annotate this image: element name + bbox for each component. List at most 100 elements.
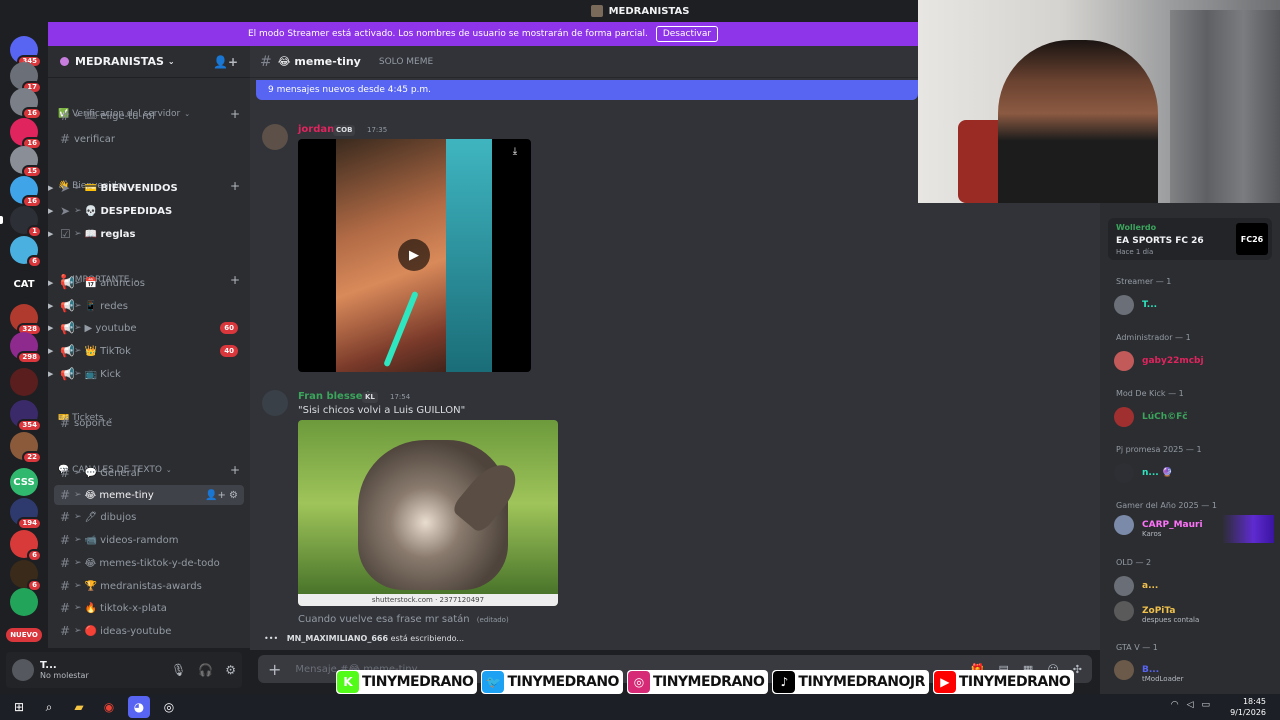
- server-icon-4[interactable]: 15: [10, 146, 42, 178]
- forward-icon: ➢: [74, 490, 82, 500]
- avatar[interactable]: [262, 390, 288, 416]
- member-item[interactable]: T...: [1114, 294, 1274, 316]
- channel-item[interactable]: # ➢ 📹 videos-ramdom: [54, 530, 244, 550]
- edited-label: (editado): [476, 616, 509, 624]
- server-icon-10[interactable]: 298: [10, 332, 42, 364]
- image-attachment[interactable]: shutterstock.com · 2377120497: [298, 420, 558, 606]
- obs-icon[interactable]: ◎: [158, 696, 180, 718]
- collapse-arrow-icon[interactable]: ▶: [48, 184, 53, 192]
- server-icon-7[interactable]: 6: [10, 236, 42, 268]
- chrome-icon[interactable]: ◉: [98, 696, 120, 718]
- channel-item[interactable]: ▶ ☑ ➢ 📖 reglas: [48, 224, 244, 244]
- server-icon-0[interactable]: 345: [10, 36, 42, 68]
- server-icon-3[interactable]: 16: [10, 118, 42, 150]
- server-icon-12[interactable]: 354: [10, 400, 42, 432]
- member-item[interactable]: n... 🔮: [1114, 462, 1274, 484]
- server-icon-5[interactable]: 16: [10, 176, 42, 208]
- video-attachment[interactable]: ▶ ⤓: [298, 139, 531, 372]
- server-icon-8[interactable]: CAT: [10, 270, 38, 298]
- channel-item[interactable]: # ➢ 🖊 dibujos: [54, 507, 244, 527]
- message-text: "Sisi chicos volvi a Luis GUILLON": [298, 405, 466, 416]
- member-item[interactable]: ZoPiTa despues contala: [1114, 600, 1274, 624]
- battery-icon[interactable]: ▭: [1201, 700, 1210, 710]
- add-attachment-icon[interactable]: +: [268, 660, 281, 679]
- clock[interactable]: 18:45 9/1/2026: [1230, 696, 1266, 718]
- avatar: [1114, 576, 1134, 596]
- member-name: ZoPiTa: [1142, 606, 1176, 616]
- server-icon-18[interactable]: [10, 588, 38, 616]
- channel-item[interactable]: # ➢ 🔥 tiktok-x-plata: [54, 598, 244, 618]
- channel-item[interactable]: ▶ ➤ ➢ 💳 BIENVENIDOS: [48, 178, 244, 198]
- channel-item[interactable]: # ➢ 😂 memes-tiktok-y-de-todo: [54, 553, 244, 573]
- channel-item[interactable]: # soporte: [54, 413, 244, 433]
- server-icon-13[interactable]: 22: [10, 432, 42, 464]
- channel-item[interactable]: # ➢ 🔴 ideas-youtube: [54, 621, 244, 641]
- invite-icon[interactable]: 👤+: [213, 55, 238, 69]
- channel-item[interactable]: # ➢ 🎟 elige-tu-rol: [54, 106, 244, 126]
- channel-item[interactable]: ▶ 📢 ➢ 📱 redes: [48, 296, 244, 316]
- avatar[interactable]: [262, 124, 288, 150]
- role-header: Administrador — 1: [1116, 333, 1191, 342]
- collapse-arrow-icon[interactable]: ▶: [48, 370, 53, 378]
- collapse-arrow-icon[interactable]: ▶: [48, 347, 53, 355]
- channel-item[interactable]: ▶ ➤ ➢ 💀 DESPEDIDAS: [48, 201, 244, 221]
- server-icon-2[interactable]: 16: [10, 88, 42, 120]
- channel-item[interactable]: ▶ 📢 ➢ 📺 Kick: [48, 364, 244, 384]
- social-icon: ♪: [773, 671, 796, 693]
- server-icon-9[interactable]: 328: [10, 304, 42, 336]
- member-item[interactable]: a...: [1114, 575, 1274, 597]
- forward-icon: ➢: [74, 369, 82, 379]
- guild-header[interactable]: MEDRANISTAS ⌄ 👤+: [48, 46, 250, 78]
- download-icon[interactable]: ⤓: [505, 143, 525, 161]
- member-item[interactable]: LúCh©Fč: [1114, 406, 1274, 428]
- channel-name: 🔴 ideas-youtube: [84, 625, 172, 637]
- hash-icon: #: [60, 466, 71, 480]
- apps-icon[interactable]: ✣: [1073, 663, 1082, 676]
- guild-name: MEDRANISTAS: [75, 55, 164, 68]
- channel-item[interactable]: ▶ 📢 ➢ 👑 TikTok 40: [48, 341, 244, 361]
- gear-icon[interactable]: ⚙: [225, 663, 236, 677]
- server-icon-16[interactable]: 6: [10, 530, 42, 562]
- server-icon-15[interactable]: 194: [10, 498, 42, 530]
- channel-settings-icon[interactable]: 👤+ ⚙: [205, 490, 238, 501]
- collapse-arrow-icon[interactable]: ▶: [48, 279, 53, 287]
- server-icon-17[interactable]: 6: [10, 560, 42, 592]
- search-icon[interactable]: ⌕: [38, 696, 60, 718]
- message-author[interactable]: Fran blessed: [298, 391, 370, 402]
- activity-user: Wollerdo: [1116, 223, 1157, 232]
- server-list: 345 17 16 16 15 16 1 6 CAT 328 298 354 22 CSS 194 6 6: [0, 22, 48, 694]
- collapse-arrow-icon[interactable]: ▶: [48, 230, 53, 238]
- collapse-arrow-icon[interactable]: ▶: [48, 207, 53, 215]
- channel-item[interactable]: # ➢ 🏆 medranistas-awards: [54, 576, 244, 596]
- forward-icon: ➢: [74, 323, 82, 333]
- collapse-arrow-icon[interactable]: ▶: [48, 324, 53, 332]
- avatar: [1114, 601, 1134, 621]
- member-item[interactable]: gaby22mcbj: [1114, 350, 1274, 372]
- channel-item[interactable]: # ➢ 😂 meme-tiny 👤+ ⚙: [54, 485, 244, 505]
- channel-item[interactable]: ▶ 📢 ➢ 📅 anuncios: [48, 273, 244, 293]
- channel-item[interactable]: ▶ 📢 ➢ ▶ youtube 60: [48, 318, 244, 338]
- wifi-icon[interactable]: ◠: [1171, 700, 1179, 710]
- channel-item[interactable]: # verificar: [54, 129, 244, 149]
- member-item[interactable]: B... tModLoader: [1114, 659, 1274, 683]
- channel-item[interactable]: # ➢ 💬 General: [54, 463, 244, 483]
- windows-start-icon[interactable]: ⊞: [8, 696, 30, 718]
- message-author[interactable]: jordan: [298, 124, 334, 135]
- server-icon-1[interactable]: 17: [10, 62, 42, 94]
- server-icon-14[interactable]: CSS: [10, 468, 38, 496]
- file-explorer-icon[interactable]: ▰: [68, 696, 90, 718]
- activity-card[interactable]: Wollerdo EA SPORTS FC 26 Hace 1 día FC26: [1108, 218, 1272, 260]
- disable-streamer-button[interactable]: Desactivar: [655, 26, 719, 42]
- social-overlay: K TINYMEDRANO 🐦 TINYMEDRANO ◎ TINYMEDRANO ♪ TIN…: [336, 668, 1075, 696]
- new-messages-bar[interactable]: 9 mensajes nuevos desde 4:45 p.m.: [256, 80, 918, 100]
- server-icon-11[interactable]: [10, 368, 38, 396]
- microphone-icon[interactable]: 🎙: [171, 663, 186, 677]
- collapse-arrow-icon[interactable]: ▶: [48, 302, 53, 310]
- play-icon[interactable]: ▶: [398, 239, 430, 271]
- volume-icon[interactable]: ◁: [1187, 700, 1194, 710]
- avatar[interactable]: [12, 659, 34, 681]
- channel-name: 🔥 tiktok-x-plata: [84, 602, 167, 614]
- server-icon-6[interactable]: 1: [0, 206, 42, 238]
- discord-icon[interactable]: ◕: [128, 696, 150, 718]
- headphones-icon[interactable]: 🎧: [198, 663, 213, 677]
